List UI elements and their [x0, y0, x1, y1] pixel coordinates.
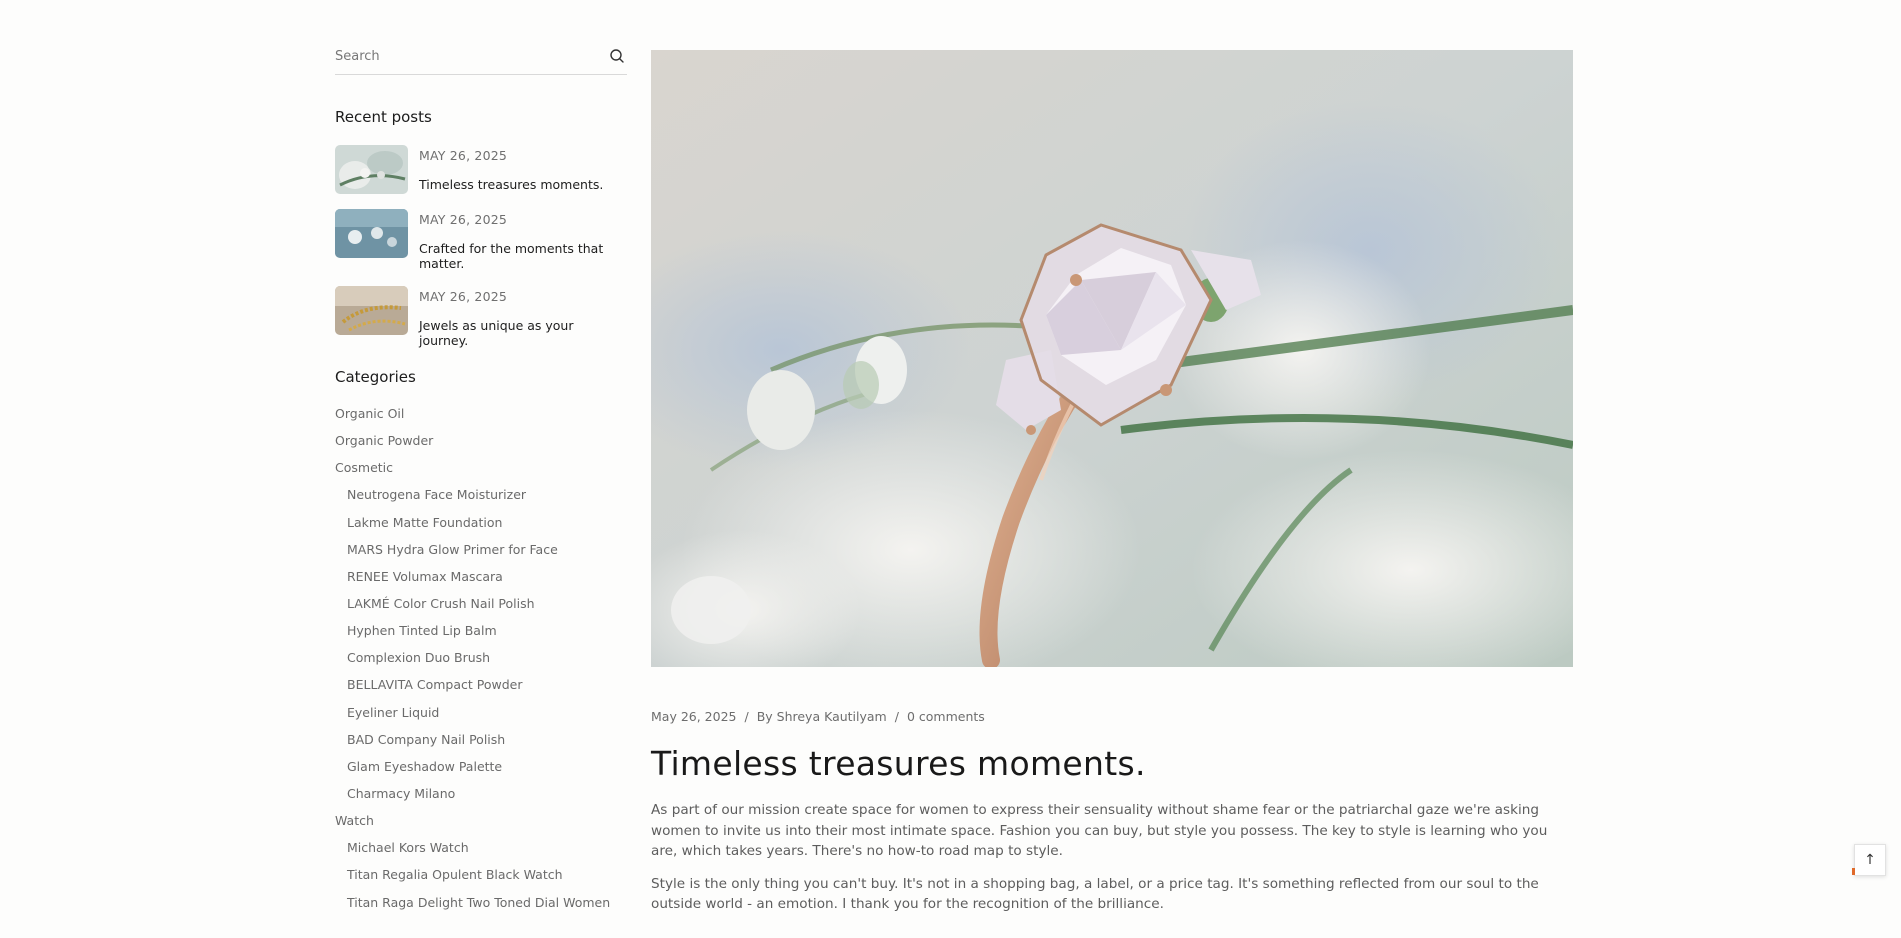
subcategory-link[interactable]: BELLAVITA Compact Powder	[335, 677, 627, 704]
category-link[interactable]: Organic Powder	[335, 433, 627, 460]
post-meta: May 26, 2025 / By Shreya Kautilyam / 0 comme…	[651, 709, 1573, 724]
subcategory-link[interactable]: Complexion Duo Brush	[335, 650, 627, 677]
category-link[interactable]: Cosmetic	[335, 460, 627, 487]
categories-heading: Categories	[335, 368, 416, 386]
recent-post-date: MAY 26, 2025	[419, 148, 508, 163]
recent-post-title[interactable]: Timeless treasures moments.	[419, 177, 614, 192]
subcategory-link[interactable]: MARS Hydra Glow Primer for Face	[335, 542, 627, 569]
subcategory-link[interactable]: Lakme Matte Foundation	[335, 515, 627, 542]
search-input[interactable]	[335, 49, 585, 64]
post-paragraph: Style is the only thing you can't buy. I…	[651, 875, 1539, 913]
recent-posts-list: MAY 26, 2025 Timeless treasures moments.…	[335, 145, 627, 348]
category-link[interactable]: Organic Oil	[335, 406, 627, 433]
scroll-to-top-button[interactable]: ↑	[1854, 844, 1886, 876]
subcategory-link[interactable]: RENEE Volumax Mascara	[335, 569, 627, 596]
article: May 26, 2025 / By Shreya Kautilyam / 0 comme…	[651, 50, 1573, 915]
recent-post-item: MAY 26, 2025 Timeless treasures moments.	[335, 145, 627, 194]
blog-sidebar: Recent posts MAY 26, 2025 Timeless treas…	[335, 42, 627, 922]
recent-post-item: MAY 26, 2025 Crafted for the moments tha…	[335, 209, 627, 271]
subcategory-link[interactable]: Titan Regalia Opulent Black Watch	[335, 867, 627, 894]
recent-post-title[interactable]: Crafted for the moments that matter.	[419, 241, 614, 271]
featured-image	[651, 50, 1573, 667]
subcategory-link[interactable]: Charmacy Milano	[335, 786, 627, 813]
search-form	[335, 42, 627, 75]
search-button[interactable]	[609, 48, 625, 64]
recent-post-date: MAY 26, 2025	[419, 212, 508, 227]
recent-post-thumbnail[interactable]	[335, 145, 408, 194]
corner-accent	[1852, 868, 1855, 875]
subcategory-link[interactable]: LAKMÉ Color Crush Nail Polish	[335, 596, 627, 623]
subcategory-link[interactable]: Hyphen Tinted Lip Balm	[335, 623, 627, 650]
subcategory-link[interactable]: Glam Eyeshadow Palette	[335, 759, 627, 786]
meta-separator: /	[744, 709, 749, 724]
recent-posts-heading: Recent posts	[335, 108, 432, 126]
subcategory-link[interactable]: Titan Raga Delight Two Toned Dial Women	[335, 895, 627, 922]
recent-post-item: MAY 26, 2025 Jewels as unique as your jo…	[335, 286, 627, 348]
post-paragraph: As part of our mission create space for …	[651, 802, 1548, 859]
search-icon	[610, 49, 624, 63]
recent-post-date: MAY 26, 2025	[419, 289, 508, 304]
recent-post-thumbnail[interactable]	[335, 209, 408, 258]
recent-post-thumbnail[interactable]	[335, 286, 408, 335]
post-comments-link[interactable]: 0 comments	[907, 709, 985, 724]
subcategory-link[interactable]: BAD Company Nail Polish	[335, 732, 627, 759]
categories-list: Organic Oil Organic Powder Cosmetic Neut…	[335, 406, 627, 922]
subcategory-link[interactable]: Eyeliner Liquid	[335, 705, 627, 732]
category-link[interactable]: Watch	[335, 813, 627, 840]
meta-separator: /	[894, 709, 899, 724]
post-date[interactable]: May 26, 2025	[651, 709, 736, 724]
arrow-up-icon: ↑	[1864, 852, 1876, 868]
post-title: Timeless treasures moments.	[651, 744, 1146, 783]
subcategory-link[interactable]: Michael Kors Watch	[335, 840, 627, 867]
recent-post-title[interactable]: Jewels as unique as your journey.	[419, 318, 614, 348]
post-author[interactable]: By Shreya Kautilyam	[757, 709, 887, 724]
subcategory-link[interactable]: Neutrogena Face Moisturizer	[335, 487, 627, 514]
